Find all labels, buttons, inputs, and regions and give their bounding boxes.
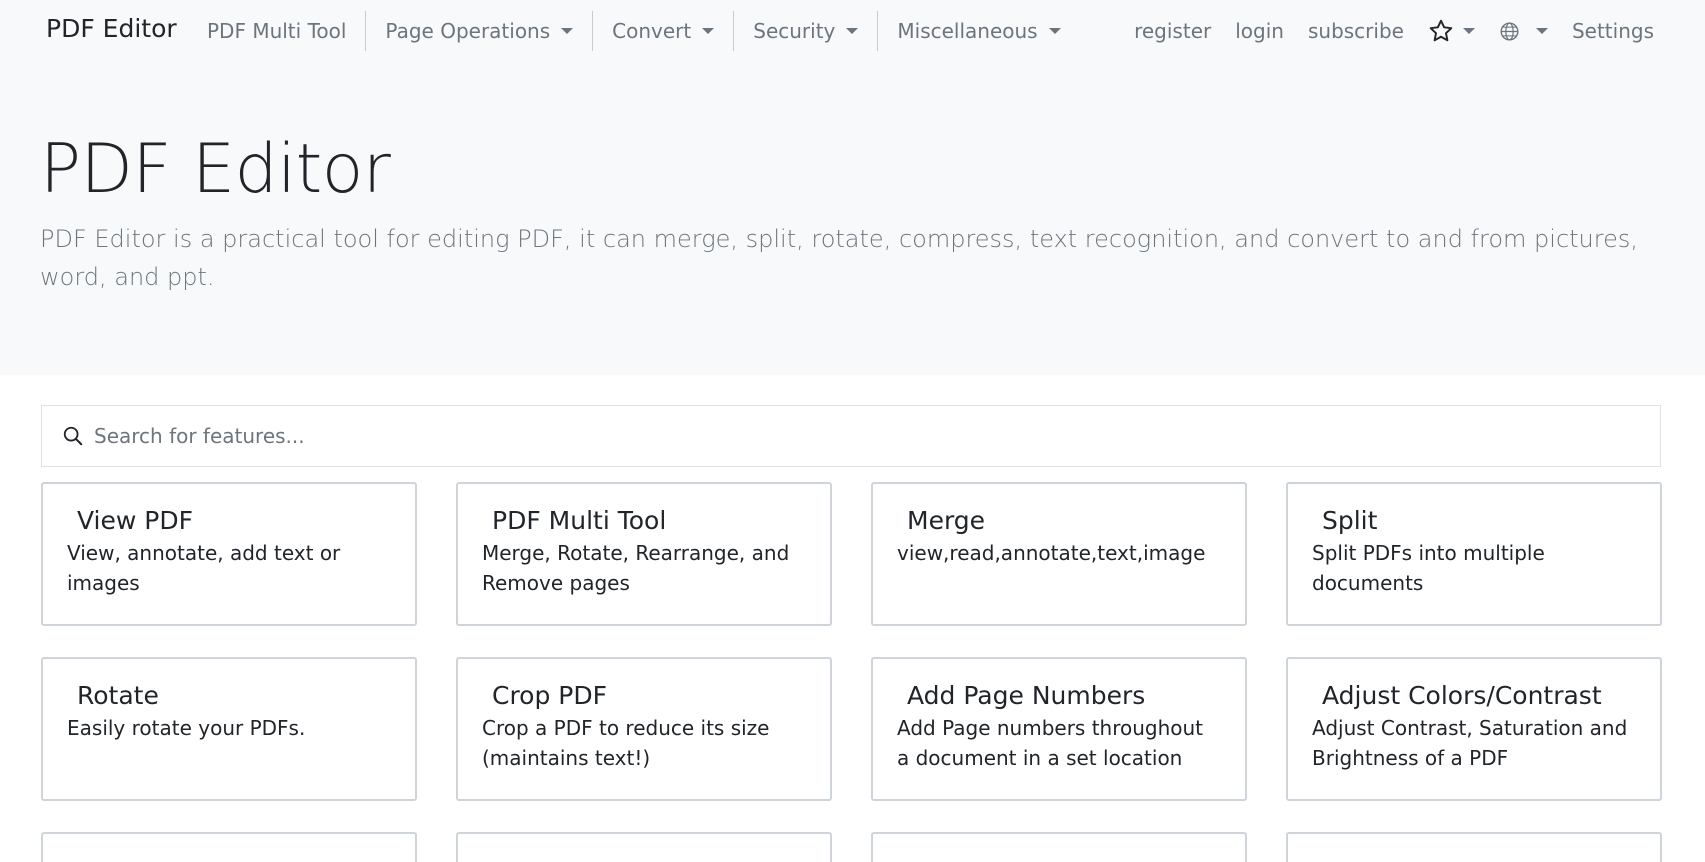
feature-card[interactable] [871,832,1247,862]
card-description: view,read,annotate,text,image [897,541,1206,565]
feature-card-adjust-colors[interactable]: Adjust Colors/Contrast Adjust Contrast, … [1286,657,1662,801]
nav-item-label: Convert [612,19,692,43]
hero-section: PDF Editor PDF Editor is a practical too… [0,62,1705,375]
feature-card[interactable] [1286,832,1662,862]
feature-grid: View PDF View, annotate, add text or ima… [41,482,1662,862]
card-description: Crop a PDF to reduce its size (maintains… [482,716,770,770]
card-title: PDF Multi Tool [492,506,667,535]
card-description: View, annotate, add text or images [67,541,341,595]
nav-item-page-operations[interactable]: Page Operations [365,11,592,51]
nav-item-label: Security [753,19,836,43]
feature-search-box [41,405,1661,467]
top-navbar: PDF Editor PDF Multi Tool Page Operation… [0,0,1705,62]
search-icon [62,425,84,447]
card-title: View PDF [77,506,193,535]
card-title: Merge [907,506,986,535]
nav-item-label: PDF Multi Tool [207,19,347,43]
favorites-dropdown[interactable] [1416,18,1487,44]
card-description: Split PDFs into multiple documents [1312,541,1545,595]
feature-card-split[interactable]: Split Split PDFs into multiple documents [1286,482,1662,626]
feature-card[interactable] [41,832,417,862]
feature-card-crop-pdf[interactable]: Crop PDF Crop a PDF to reduce its size (… [456,657,832,801]
nav-item-label: Miscellaneous [897,19,1038,43]
card-description: Merge, Rotate, Rearrange, and Remove pag… [482,541,790,595]
caret-down-icon [702,28,715,34]
star-icon [1429,19,1453,42]
navbar-brand[interactable]: PDF Editor [46,14,177,43]
feature-card-pdf-multi-tool[interactable]: PDF Multi Tool Merge, Rotate, Rearrange,… [456,482,832,626]
card-description: Adjust Contrast, Saturation and Brightne… [1312,716,1628,770]
nav-item-pdf-multi-tool[interactable]: PDF Multi Tool [188,11,365,51]
nav-item-convert[interactable]: Convert [592,11,733,51]
card-title: Add Page Numbers [907,681,1146,710]
card-title: Split [1322,506,1378,535]
page-description: PDF Editor is a practical tool for editi… [40,225,1638,291]
nav-menu: PDF Multi Tool Page Operations Convert S… [188,0,1080,62]
card-title: Adjust Colors/Contrast [1322,681,1602,710]
subscribe-link[interactable]: subscribe [1296,19,1416,43]
caret-down-icon [1462,28,1475,34]
nav-item-label: Page Operations [385,19,551,43]
caret-down-icon [561,28,574,34]
login-link[interactable]: login [1223,19,1296,43]
feature-card-add-page-numbers[interactable]: Add Page Numbers Add Page numbers throug… [871,657,1247,801]
caret-down-icon [1048,28,1061,34]
feature-card[interactable] [456,832,832,862]
nav-item-security[interactable]: Security [733,11,877,51]
search-input[interactable] [94,424,1594,448]
page-title: PDF Editor [40,130,391,209]
nav-right: register login subscribe Settings [1122,0,1705,62]
language-dropdown[interactable] [1487,21,1560,42]
card-description: Easily rotate your PDFs. [67,716,306,740]
caret-down-icon [1535,28,1548,34]
feature-card-merge[interactable]: Merge view,read,annotate,text,image [871,482,1247,626]
feature-card-view-pdf[interactable]: View PDF View, annotate, add text or ima… [41,482,417,626]
caret-down-icon [846,28,859,34]
nav-item-miscellaneous[interactable]: Miscellaneous [877,11,1079,51]
card-description: Add Page numbers throughout a document i… [897,716,1204,770]
card-title: Crop PDF [492,681,608,710]
register-link[interactable]: register [1122,19,1223,43]
feature-card-rotate[interactable]: Rotate Easily rotate your PDFs. [41,657,417,801]
card-title: Rotate [77,681,159,710]
globe-icon [1500,21,1519,41]
settings-link[interactable]: Settings [1560,19,1705,43]
